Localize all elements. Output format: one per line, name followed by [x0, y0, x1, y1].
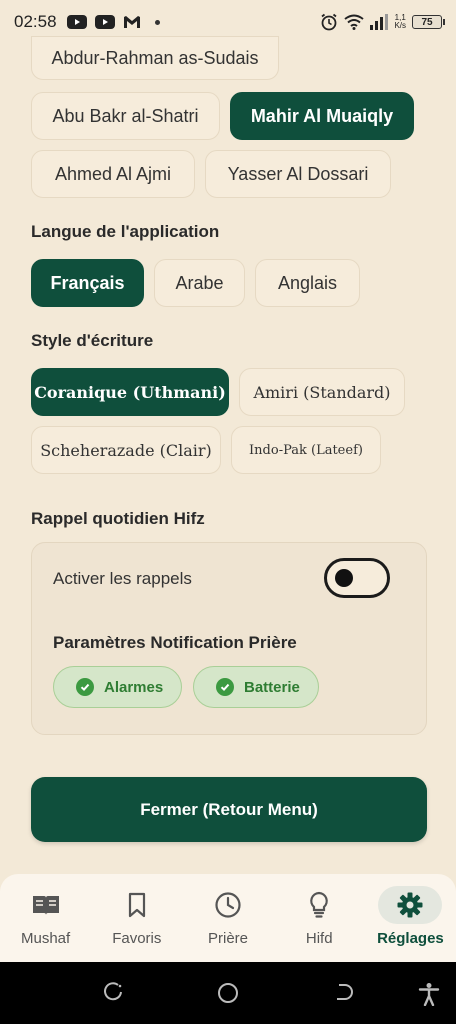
battery-badge[interactable]: Batterie — [193, 666, 319, 708]
style-chip-uthmani[interactable]: Coranique (Uthmani) — [31, 368, 229, 416]
style-chip-scheherazade[interactable]: Scheherazade (Clair) — [31, 426, 221, 474]
language-section-title: Langue de l'application — [31, 222, 220, 241]
book-icon — [14, 886, 78, 924]
reciter-chip-ajmi[interactable]: Ahmed Al Ajmi — [31, 150, 195, 198]
reciter-chip-shatri[interactable]: Abu Bakr al-Shatri — [31, 92, 220, 140]
reminder-toggle[interactable] — [324, 558, 390, 598]
reciter-chip-dossari[interactable]: Yasser Al Dossari — [205, 150, 391, 198]
home-icon[interactable] — [217, 982, 239, 1004]
nav-item-mushaf[interactable]: Mushaf — [0, 874, 91, 962]
close-button[interactable]: Fermer (Retour Menu) — [31, 777, 427, 842]
style-label: Amiri (Standard) — [253, 382, 391, 402]
reciter-chip-muaiqly[interactable]: Mahir Al Muaiqly — [230, 92, 414, 140]
style-chip-amiri[interactable]: Amiri (Standard) — [239, 368, 405, 416]
style-label: Scheherazade (Clair) — [40, 440, 212, 460]
status-time: 02:58 — [14, 12, 57, 31]
back-icon[interactable] — [333, 982, 353, 1002]
writing-style-section-title: Style d'écriture — [31, 331, 154, 350]
alarm-icon — [321, 13, 337, 31]
nav-label: Favoris — [112, 930, 162, 947]
bookmark-icon — [105, 886, 169, 924]
reciter-label: Yasser Al Dossari — [227, 163, 369, 184]
reciter-label: Abu Bakr al-Shatri — [52, 105, 199, 126]
gmail-icon — [123, 16, 140, 28]
language-chip-arabic[interactable]: Arabe — [154, 259, 245, 307]
signal-icon — [370, 14, 389, 30]
accessibility-icon[interactable] — [418, 982, 440, 1006]
system-navigation-bar — [0, 962, 456, 1024]
youtube-icon — [94, 15, 115, 29]
nav-item-priere[interactable]: Prière — [182, 874, 273, 962]
network-speed-unit: K/s — [394, 21, 406, 30]
language-label: Arabe — [175, 272, 224, 293]
style-label: Indo-Pak (Lateef) — [249, 442, 363, 458]
reminder-card: Activer les rappels Paramètres Notificat… — [31, 542, 427, 735]
battery-level: 75 — [421, 16, 433, 28]
reciter-chip-sudais[interactable]: Abdur-Rahman as-Sudais — [31, 36, 279, 80]
nav-item-reglages[interactable]: Réglages — [365, 874, 456, 962]
nav-item-hifd[interactable]: Hifd — [274, 874, 365, 962]
language-label: Anglais — [277, 272, 338, 293]
hifz-section-title: Rappel quotidien Hifz — [31, 509, 205, 528]
reciter-label: Abdur-Rahman as-Sudais — [51, 47, 259, 68]
lightbulb-icon — [287, 886, 351, 924]
notification-dot-icon — [154, 19, 160, 25]
nav-item-favoris[interactable]: Favoris — [91, 874, 182, 962]
reminder-toggle-label: Activer les rappels — [53, 569, 192, 588]
nav-label: Réglages — [377, 930, 444, 947]
network-speed: 1,1 K/s — [394, 14, 406, 30]
prayer-notification-title: Paramètres Notification Prière — [53, 633, 297, 652]
language-chip-french[interactable]: Français — [31, 259, 144, 307]
style-label: Coranique (Uthmani) — [34, 382, 226, 402]
style-chip-indopak[interactable]: Indo-Pak (Lateef) — [231, 426, 381, 474]
nav-label: Prière — [208, 930, 249, 947]
language-chip-english[interactable]: Anglais — [255, 259, 360, 307]
toggle-knob — [335, 569, 353, 587]
recents-icon[interactable] — [104, 982, 124, 1002]
nav-label: Mushaf — [21, 930, 71, 947]
close-button-label: Fermer (Retour Menu) — [140, 799, 318, 819]
alarms-badge[interactable]: Alarmes — [53, 666, 183, 708]
check-circle-icon — [216, 678, 234, 696]
nav-label: Hifd — [305, 930, 333, 947]
check-circle-icon — [76, 678, 94, 696]
clock-icon — [196, 886, 260, 924]
reciter-label: Mahir Al Muaiqly — [250, 105, 394, 126]
wifi-icon — [344, 14, 365, 30]
language-label: Français — [50, 272, 125, 293]
battery-icon: 75 — [412, 15, 445, 29]
youtube-icon — [66, 15, 87, 29]
bottom-navigation: Mushaf Favoris Prière Hifd Réglages — [0, 874, 456, 962]
battery-badge-label: Batterie — [244, 678, 300, 696]
reciter-label: Ahmed Al Ajmi — [54, 163, 172, 184]
alarms-badge-label: Alarmes — [104, 678, 164, 696]
gear-icon — [378, 886, 443, 924]
